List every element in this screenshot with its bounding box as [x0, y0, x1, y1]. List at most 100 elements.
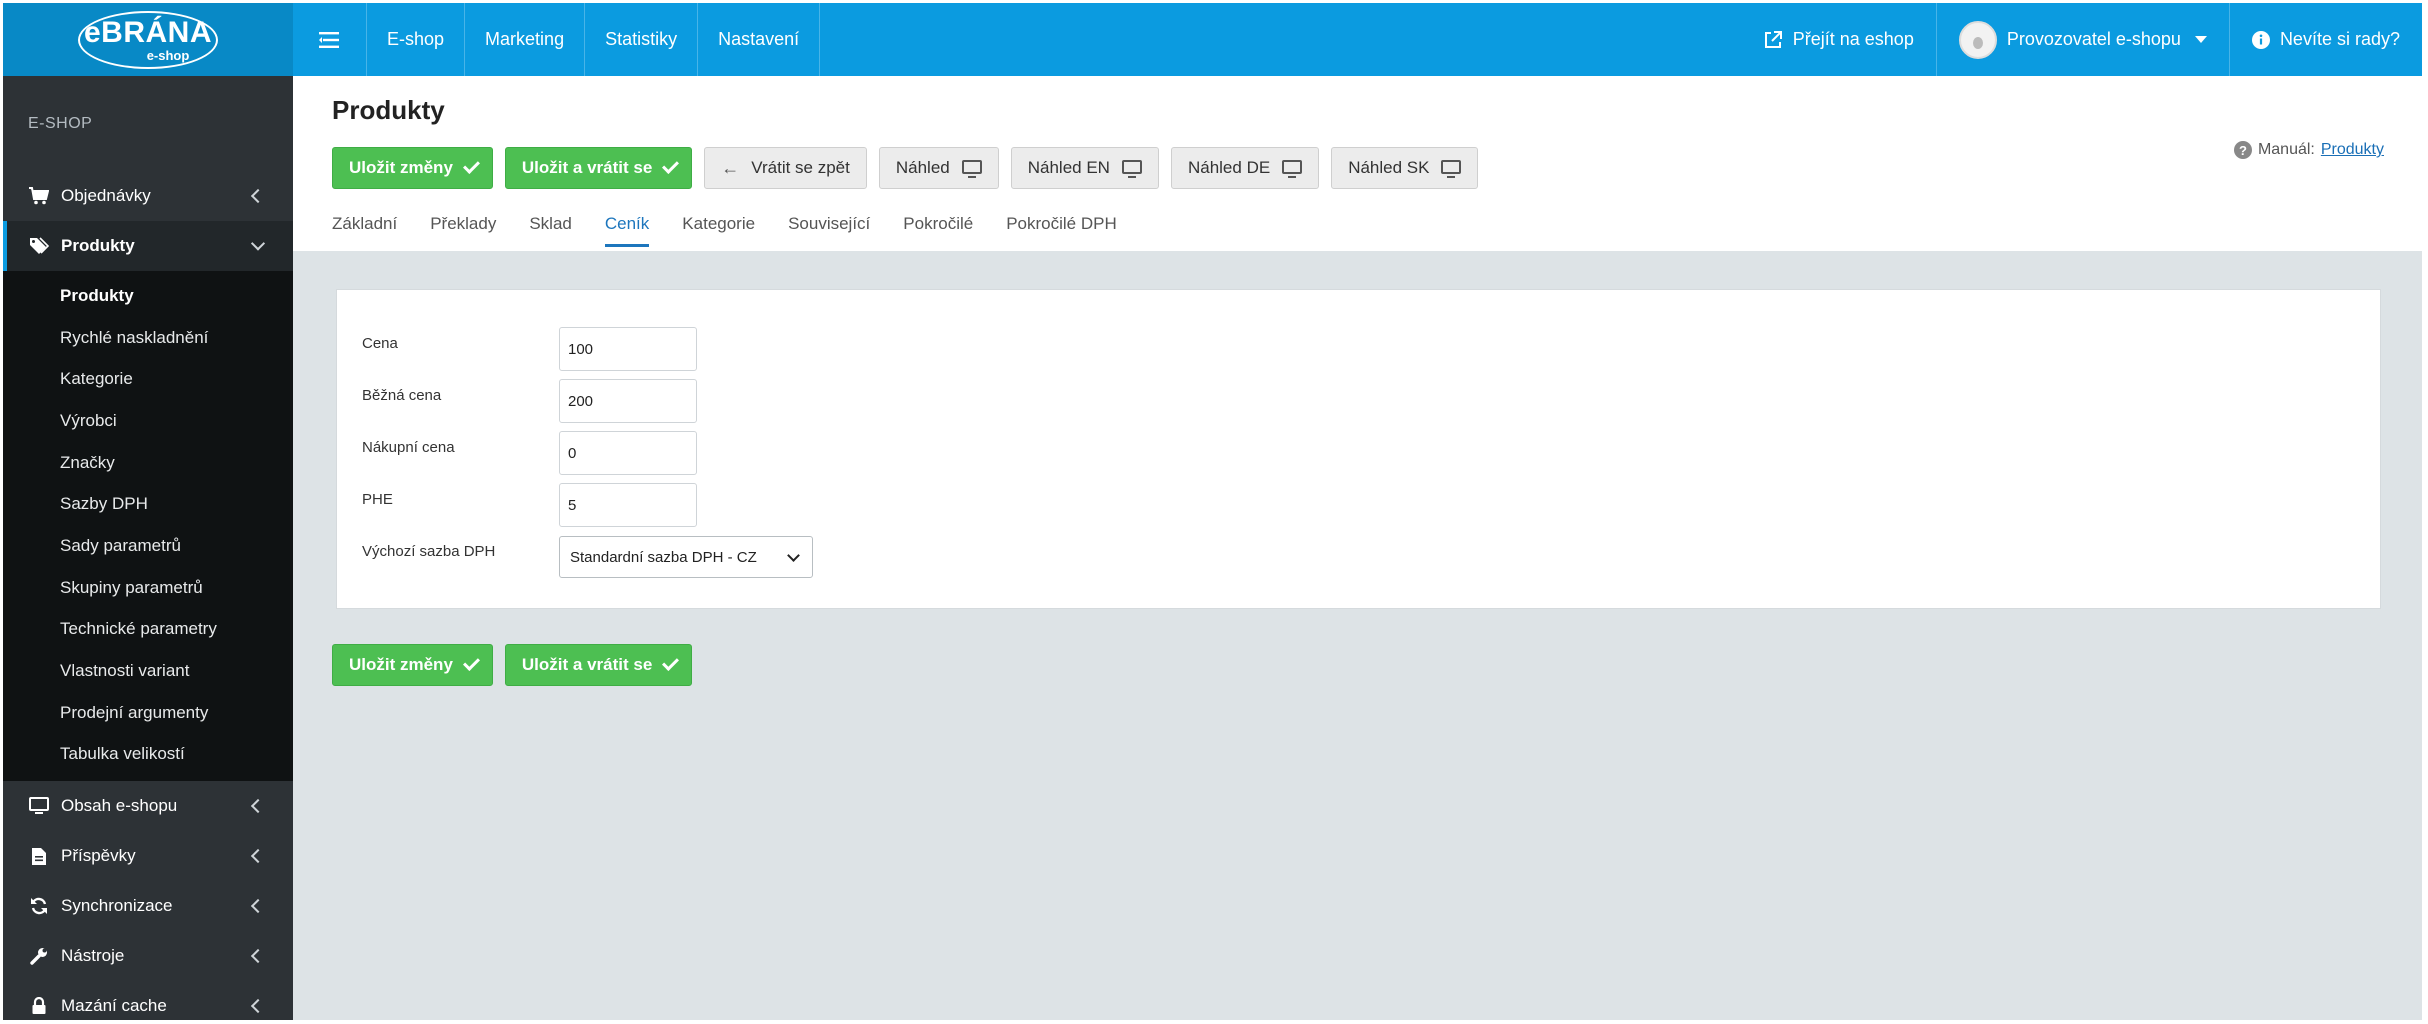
sidebar-sub-item[interactable]: Značky	[3, 442, 293, 484]
save-and-return-label: Uložit a vrátit se	[521, 158, 653, 177]
sidebar: E-SHOP Objednávky Produkty Produkty Rych…	[3, 76, 293, 1020]
tab-souvisejici[interactable]: Související	[788, 214, 870, 247]
sidebar-item-label: Obsah e-shopu	[61, 796, 178, 816]
user-menu[interactable]: Provozovatel e-shopu	[1935, 3, 2229, 76]
price-label: Cena	[362, 334, 398, 352]
preview-sk-label: Náhled SK	[1348, 158, 1430, 177]
sidebar-sub-item[interactable]: Vlastnosti variant	[3, 650, 293, 692]
sidebar-item-content[interactable]: Obsah e-shopu	[3, 781, 293, 831]
tab-pokrocile-dph[interactable]: Pokročilé DPH	[1006, 214, 1117, 247]
check-icon	[462, 654, 480, 671]
preview-sk-button[interactable]: Náhled SK	[1331, 147, 1479, 189]
sidebar-item-posts[interactable]: Příspěvky	[3, 831, 293, 881]
sidebar-sub-item[interactable]: Výrobci	[3, 400, 293, 442]
sidebar-item-label: Produkty	[61, 236, 135, 255]
tab-kategorie[interactable]: Kategorie	[682, 214, 755, 247]
sidebar-item-label: Mazání cache	[61, 996, 167, 1016]
sidebar-sub-item[interactable]: Sady parametrů	[3, 525, 293, 567]
purchase-price-label: Nákupní cena	[362, 438, 455, 456]
tab-zakladni[interactable]: Základní	[332, 214, 397, 247]
sidebar-sub-item[interactable]: Skupiny parametrů	[3, 567, 293, 609]
sidebar-item-cache[interactable]: Mazání cache	[3, 981, 293, 1024]
manual-link[interactable]: Produkty	[2321, 141, 2384, 159]
refresh-icon	[28, 895, 50, 917]
manual: ? Manuál: Produkty	[2233, 141, 2384, 159]
check-icon	[662, 157, 680, 174]
toolbar-bottom: Uložit změny Uložit a vrátit se	[332, 644, 693, 686]
check-icon	[662, 654, 680, 671]
monitor-icon	[1282, 159, 1303, 178]
preview-de-button[interactable]: Náhled DE	[1170, 147, 1320, 189]
save-button[interactable]: Uložit změny	[332, 147, 493, 189]
nav-nastaveni[interactable]: Nastavení	[698, 3, 821, 76]
sidebar-sub-item[interactable]: Produkty	[3, 275, 293, 317]
menu-icon	[318, 31, 339, 48]
preview-en-label: Náhled EN	[1027, 158, 1110, 177]
arrow-left-icon: ←	[721, 157, 740, 178]
price-form-card: Cena Běžná cena Nákupní cena PHE Výchozí…	[336, 289, 2381, 609]
monitor-icon	[28, 795, 50, 817]
sidebar-item-orders[interactable]: Objednávky	[3, 171, 293, 221]
page-title: Produkty	[332, 95, 445, 125]
tab-bar: Základní Překlady Sklad Ceník Kategorie …	[332, 214, 1117, 247]
form-row-regular-price: Běžná cena	[362, 379, 697, 423]
monitor-icon	[961, 159, 982, 178]
save-button-label: Uložit změny	[349, 655, 453, 674]
regular-price-input[interactable]	[559, 379, 697, 423]
top-bar: eBRÁNA e-shop E-shop Marketing Statistik…	[3, 3, 2422, 76]
goto-eshop-label: Přejít na eshop	[1792, 29, 1914, 49]
phe-input[interactable]	[559, 483, 697, 527]
sidebar-item-label: Příspěvky	[61, 846, 136, 866]
tab-preklady[interactable]: Překlady	[430, 214, 496, 247]
tab-sklad[interactable]: Sklad	[529, 214, 572, 247]
preview-button[interactable]: Náhled	[878, 147, 999, 189]
form-row-purchase-price: Nákupní cena	[362, 431, 697, 475]
cart-icon	[28, 185, 50, 207]
sidebar-item-sync[interactable]: Synchronizace	[3, 881, 293, 931]
sidebar-sub-item[interactable]: Prodejní argumenty	[3, 692, 293, 734]
help-label: Nevíte si rady?	[2279, 29, 2400, 49]
vat-label: Výchozí sazba DPH	[362, 542, 496, 560]
check-icon	[462, 157, 480, 174]
logo[interactable]: eBRÁNA e-shop	[3, 3, 293, 76]
form-row-phe: PHE	[362, 483, 697, 527]
sidebar-item-label: Synchronizace	[61, 896, 173, 916]
price-input[interactable]	[559, 327, 697, 371]
save-button-bottom[interactable]: Uložit změny	[332, 644, 493, 686]
vat-select[interactable]: Standardní sazba DPH - CZ	[559, 536, 813, 578]
sidebar-sub-item[interactable]: Rychlé naskladnění	[3, 317, 293, 359]
info-icon	[2251, 30, 2270, 49]
chevron-left-icon	[250, 999, 266, 1014]
preview-label: Náhled	[895, 158, 950, 177]
phe-label: PHE	[362, 490, 393, 508]
preview-en-button[interactable]: Náhled EN	[1010, 147, 1159, 189]
back-button[interactable]: ← Vrátit se zpět	[704, 147, 867, 189]
sidebar-sub-item[interactable]: Kategorie	[3, 358, 293, 400]
tab-pokrocile[interactable]: Pokročilé	[903, 214, 973, 247]
nav-statistiky[interactable]: Statistiky	[585, 3, 699, 76]
help-link[interactable]: Nevíte si rady?	[2228, 3, 2422, 76]
tab-cenik[interactable]: Ceník	[604, 214, 650, 247]
sidebar-item-tools[interactable]: Nástroje	[3, 931, 293, 981]
sidebar-sub-item[interactable]: Technické parametry	[3, 609, 293, 651]
form-row-vat: Výchozí sazba DPH Standardní sazba DPH -…	[362, 535, 813, 579]
wrench-icon	[28, 945, 50, 967]
purchase-price-input[interactable]	[559, 431, 697, 475]
sidebar-section-title: E-SHOP	[28, 114, 93, 132]
caret-down-icon	[2194, 36, 2207, 43]
sidebar-sub-item[interactable]: Tabulka velikostí	[3, 734, 293, 776]
sidebar-sub-item[interactable]: Sazby DPH	[3, 483, 293, 525]
goto-eshop-link[interactable]: Přejít na eshop	[1741, 3, 1936, 76]
external-link-icon	[1764, 30, 1782, 48]
logo-main-text: eBRÁNA	[83, 15, 212, 49]
regular-price-label: Běžná cena	[362, 386, 442, 404]
nav-marketing[interactable]: Marketing	[465, 3, 586, 76]
save-and-return-label: Uložit a vrátit se	[521, 655, 653, 674]
save-and-return-button-bottom[interactable]: Uložit a vrátit se	[504, 644, 693, 686]
chevron-down-icon	[787, 549, 800, 562]
menu-toggle-button[interactable]	[293, 3, 367, 76]
sidebar-item-products[interactable]: Produkty	[3, 221, 293, 271]
save-and-return-button[interactable]: Uložit a vrátit se	[504, 147, 693, 189]
sidebar-submenu: Produkty Rychlé naskladnění Kategorie Vý…	[3, 271, 293, 782]
nav-eshop[interactable]: E-shop	[367, 3, 466, 76]
